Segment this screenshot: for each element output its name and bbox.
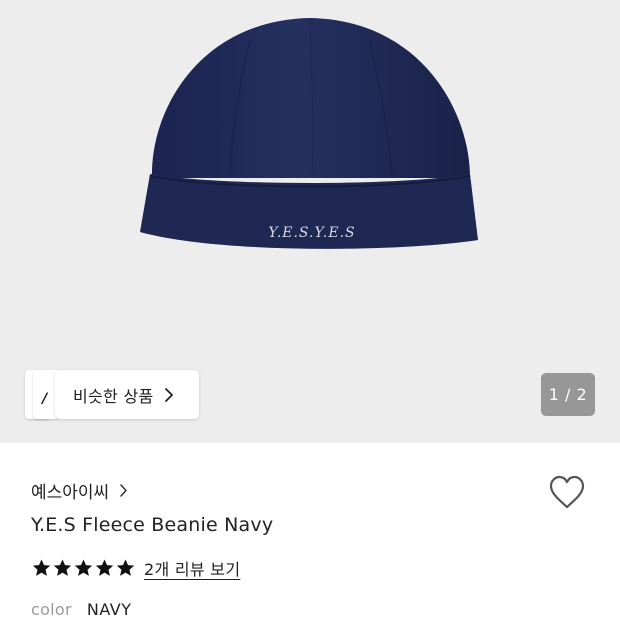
chevron-right-icon: [164, 387, 173, 402]
star-filled-icon: [74, 559, 93, 576]
beanie-logo-text: Y.E.S.Y.E.S: [268, 225, 355, 241]
reviews-link[interactable]: 2개 리뷰 보기: [144, 556, 240, 580]
similar-products-label: 비슷한 상품: [73, 386, 154, 406]
star-filled-icon: [116, 559, 135, 576]
option-label: color: [31, 600, 72, 619]
similar-products-card[interactable]: 비슷한 상품: [55, 370, 199, 419]
product-image-gallery[interactable]: Y.E.S.Y.E.S / / 비슷한 상품 1 / 2: [0, 0, 620, 443]
option-value: NAVY: [86, 600, 132, 619]
option-row: color NAVY: [31, 600, 132, 619]
rating-stars: [31, 558, 136, 578]
product-detail-page: Y.E.S.Y.E.S / / 비슷한 상품 1 / 2 예스아이씨: [0, 0, 620, 620]
star-filled-icon: [53, 559, 72, 576]
star-filled-icon: [32, 559, 51, 576]
brand-name: 예스아이씨: [31, 483, 110, 503]
brand-link[interactable]: 예스아이씨: [31, 478, 128, 503]
rating-row: 2개 리뷰 보기: [31, 556, 240, 580]
similar-products-button[interactable]: / / 비슷한 상품: [25, 370, 199, 419]
chevron-right-icon: [120, 484, 127, 497]
product-title: Y.E.S Fleece Beanie Navy: [31, 514, 274, 536]
image-pager: 1 / 2: [541, 373, 595, 416]
star-filled-icon: [95, 559, 114, 576]
heart-outline-icon[interactable]: [548, 474, 586, 512]
